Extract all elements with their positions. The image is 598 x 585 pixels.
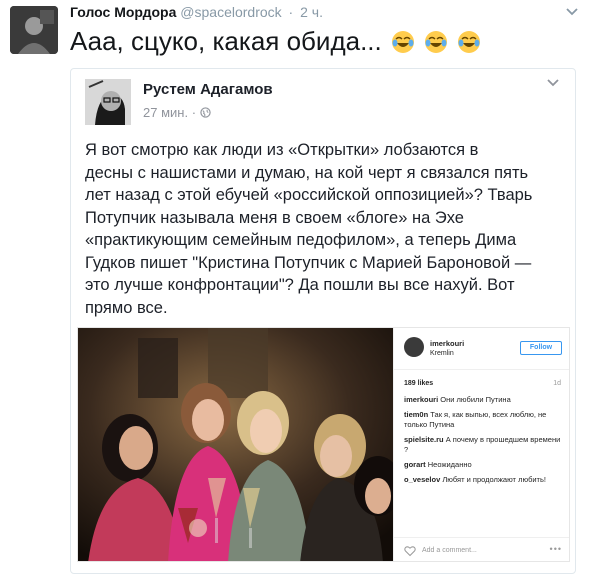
embed-timestamp[interactable]: 27 мин.	[143, 105, 188, 120]
embed-post-text: Я вот смотрю как люди из «Открытки» лобз…	[85, 139, 569, 319]
tweet: Голос Мордора @spacelordrock · 2 ч. Ааа,…	[0, 0, 598, 585]
embed-author-avatar[interactable]	[85, 79, 131, 125]
embed-author-name[interactable]: Рустем Адагамов	[143, 81, 273, 98]
separator-dot: ·	[288, 4, 294, 20]
heart-icon[interactable]	[404, 545, 416, 557]
instagram-header: imerkouri Kremlin Follow	[394, 328, 569, 370]
instagram-avatar[interactable]	[404, 337, 424, 357]
embed-separator: ·	[191, 105, 197, 120]
chevron-down-icon[interactable]	[564, 4, 580, 20]
face-with-tears-of-joy-icon	[458, 31, 481, 53]
globe-icon	[199, 107, 211, 118]
tweet-header: Голос Мордора @spacelordrock · 2 ч.	[70, 4, 323, 20]
chevron-down-icon[interactable]	[545, 75, 561, 91]
post-line: лет назад с этой ебучей «российской оппо…	[85, 186, 533, 204]
more-options-icon[interactable]: •••	[550, 544, 562, 554]
instagram-screenshot: imerkouri Kremlin Follow 189 likes 1d im…	[77, 327, 570, 562]
instagram-sidebar: imerkouri Kremlin Follow 189 likes 1d im…	[393, 328, 569, 561]
comment-user[interactable]: spielsite.ru	[404, 435, 444, 444]
comment-user[interactable]: imerkouri	[404, 395, 438, 404]
face-with-tears-of-joy-icon	[392, 31, 414, 53]
add-comment-input[interactable]: Add a comment...	[422, 546, 477, 556]
tweet-text: Ааа, сцуко, какая обида...	[70, 24, 481, 58]
embedded-facebook-post[interactable]: Рустем Адагамов 27 мин. · Я вот смотрю к…	[70, 68, 576, 574]
comment: o_veselov Любят и продолжают любить!	[404, 475, 564, 485]
post-line: Гудков пишет "Кристина Потупчик с Марией…	[85, 253, 532, 272]
instagram-username[interactable]: imerkouri	[430, 339, 464, 349]
comment: imerkouri Они любили Путина	[404, 395, 564, 405]
instagram-location[interactable]: Kremlin	[430, 349, 454, 359]
tweet-text-body: Ааа, сцуко, какая обида...	[70, 26, 382, 56]
comment-text: Неожиданно	[427, 460, 472, 469]
comment-user[interactable]: gorart	[404, 460, 426, 469]
post-line: это лучше конфронтации"? Да пошли вы все…	[85, 276, 515, 294]
follow-button[interactable]: Follow	[520, 341, 562, 355]
tweet-timestamp[interactable]: 2 ч.	[300, 4, 323, 20]
comments-list: imerkouri Они любили Путина tiem0n Так я…	[404, 395, 564, 490]
author-handle[interactable]: @spacelordrock	[180, 4, 281, 20]
post-line: десны с нашистами и думаю, на кой черт я…	[85, 163, 529, 182]
author-name[interactable]: Голос Мордора	[70, 4, 176, 20]
post-line: Я вот смотрю как люди из «Открытки» лобз…	[85, 141, 479, 159]
likes-count: 189 likes	[404, 380, 434, 387]
comment-user[interactable]: tiem0n	[404, 410, 428, 419]
face-with-tears-of-joy-icon	[425, 31, 448, 53]
comment: gorart Неожиданно	[404, 460, 564, 470]
author-avatar[interactable]	[10, 6, 58, 54]
comment-user[interactable]: o_veselov	[404, 475, 440, 484]
post-line: прямо все.	[85, 298, 168, 317]
comment: tiem0n Так я, как выпью, всех люблю, не …	[404, 410, 564, 430]
comment-text: Любят и продолжают любить!	[442, 475, 546, 484]
instagram-footer: Add a comment... •••	[394, 537, 569, 561]
embed-meta: 27 мин. ·	[143, 105, 211, 120]
post-line: Потупчик называла меня в своем «блоге» н…	[85, 208, 464, 227]
group-photo[interactable]	[78, 328, 393, 562]
post-age: 1d	[553, 380, 561, 387]
post-line: «практикующим семейным педофилом», а теп…	[85, 231, 517, 249]
comment: spielsite.ru А почему в прошедшем времен…	[404, 435, 564, 455]
comment-text: Они любили Путина	[440, 395, 511, 404]
